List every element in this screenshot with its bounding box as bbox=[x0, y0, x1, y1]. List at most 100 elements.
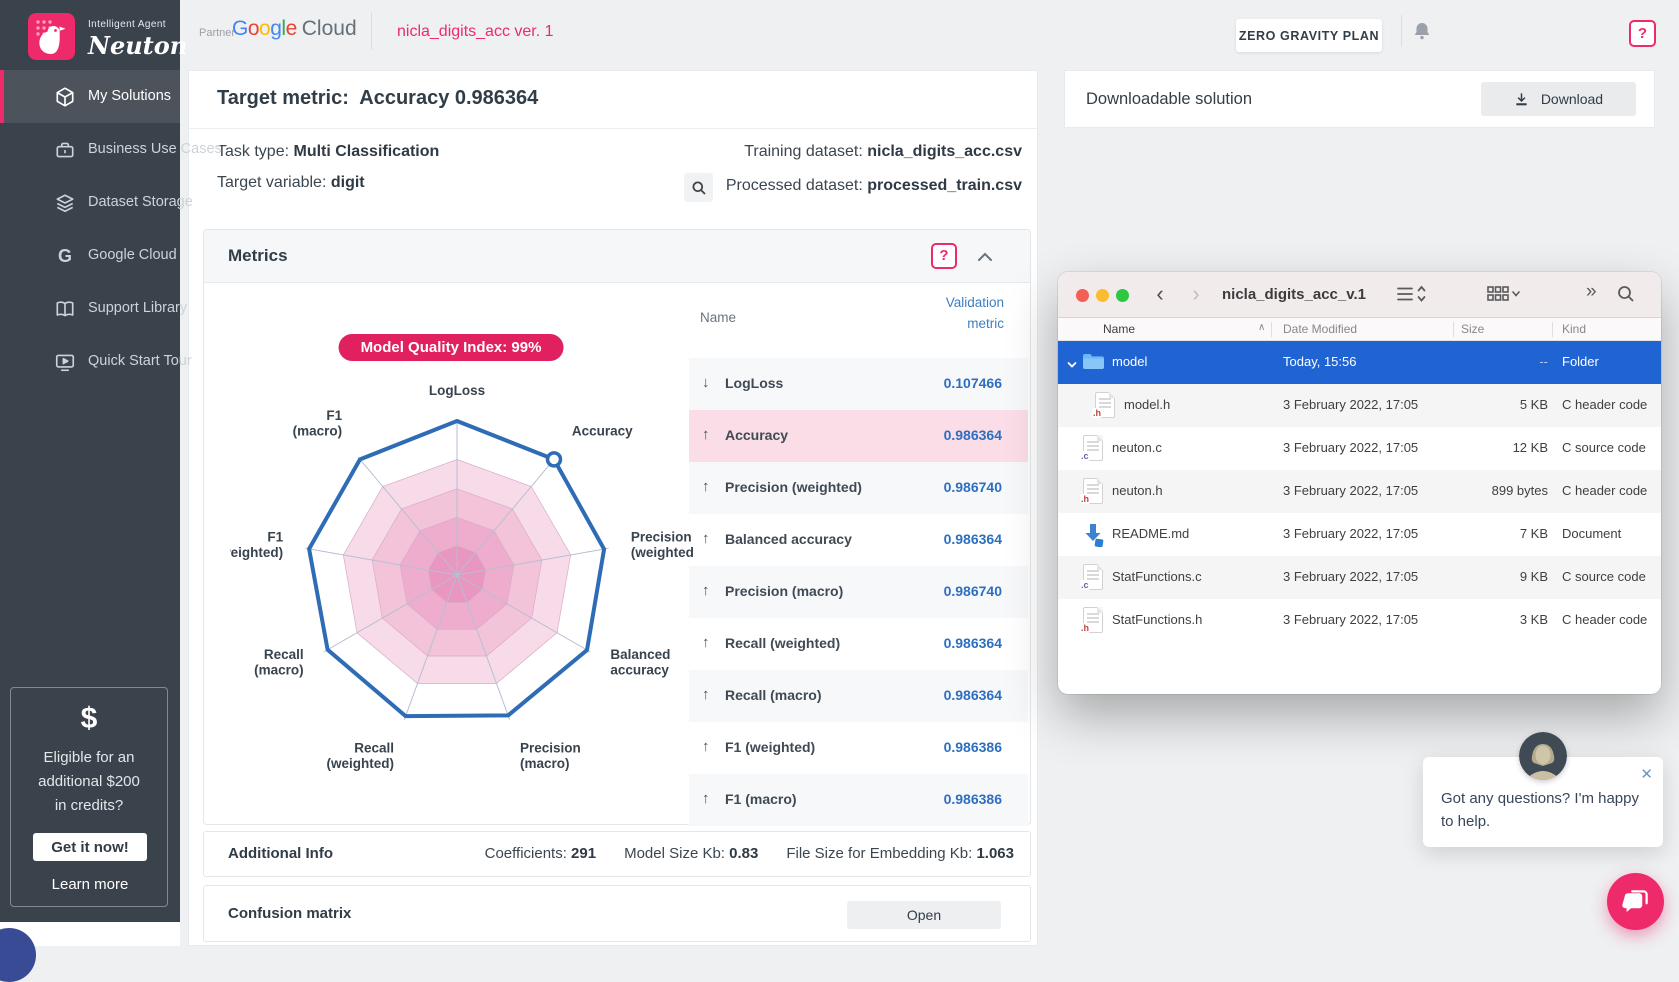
minimize-window-icon[interactable] bbox=[1096, 289, 1109, 302]
arrow-up-icon: ↑ bbox=[702, 686, 710, 703]
dollar-icon: $ bbox=[11, 702, 167, 736]
c-header-file-icon: .h bbox=[1083, 607, 1103, 633]
bell-icon[interactable] bbox=[1410, 19, 1434, 43]
column-header-date[interactable]: Date Modified bbox=[1283, 322, 1357, 336]
finder-titlebar[interactable]: ‹ › nicla_digits_acc_v.1 » bbox=[1058, 272, 1661, 318]
download-button[interactable]: Download bbox=[1481, 82, 1636, 116]
partner-label: Partner bbox=[199, 27, 235, 39]
metrics-panel-header: Metrics ? bbox=[204, 230, 1030, 283]
group-view-icon[interactable] bbox=[1486, 284, 1520, 309]
get-it-now-button[interactable]: Get it now! bbox=[33, 833, 147, 861]
finder-window-title: nicla_digits_acc_v.1 bbox=[1222, 286, 1366, 303]
sidebar-item-dataset-storage[interactable]: Dataset Storage bbox=[0, 176, 180, 229]
folder-icon bbox=[1082, 353, 1105, 371]
sidebar-item-label: Support Library bbox=[88, 282, 187, 335]
finder-row-model-h[interactable]: .h model.h 3 February 2022, 17:05 5 KB C… bbox=[1058, 384, 1661, 427]
task-type: Task type: Multi Classification bbox=[217, 143, 439, 161]
metric-row-f1-weighted[interactable]: ↑F1 (weighted)0.986386 bbox=[689, 722, 1028, 774]
training-dataset: Training dataset: nicla_digits_acc.csv bbox=[744, 143, 1022, 161]
layers-icon bbox=[54, 192, 76, 214]
arrow-up-icon: ↑ bbox=[702, 582, 710, 599]
downloadable-solution-card: Downloadable solution Download bbox=[1064, 70, 1655, 128]
play-screen-icon bbox=[54, 351, 76, 373]
chat-launcher-button[interactable] bbox=[1607, 873, 1664, 930]
metric-row-precision-macro[interactable]: ↑Precision (macro)0.986740 bbox=[689, 566, 1028, 618]
close-icon[interactable]: ✕ bbox=[1640, 767, 1653, 782]
back-icon[interactable]: ‹ bbox=[1148, 281, 1172, 307]
help-button[interactable]: ? bbox=[1629, 20, 1656, 47]
confusion-matrix-panel: Confusion matrix Open bbox=[203, 885, 1031, 942]
additional-info-panel: Additional Info Coefficients: 291 Model … bbox=[203, 831, 1031, 877]
google-cloud-logo: GoogleCloud bbox=[232, 17, 357, 41]
sidebar-item-label: Business Use Cases bbox=[88, 123, 222, 176]
table-header-validation-metric: Validation metric bbox=[912, 292, 1004, 334]
svg-text:LogLoss: LogLoss bbox=[429, 383, 485, 398]
finder-column-headers: Name ∧ Date Modified Size Kind bbox=[1058, 318, 1661, 341]
target-metric-title: Target metric: Accuracy 0.986364 bbox=[217, 87, 538, 110]
google-g-icon: G bbox=[54, 245, 76, 267]
metric-row-recall-weighted[interactable]: ↑Recall (weighted)0.986364 bbox=[689, 618, 1028, 670]
finder-row-statfunctions-c[interactable]: .c StatFunctions.c 3 February 2022, 17:0… bbox=[1058, 556, 1661, 599]
arrow-up-icon: ↑ bbox=[702, 530, 710, 547]
metrics-help-button[interactable]: ? bbox=[931, 243, 957, 269]
finder-row-model-folder[interactable]: model Today, 15:56 -- Folder bbox=[1058, 341, 1661, 384]
promo-text: Eligible for an additional $200 in credi… bbox=[11, 746, 167, 818]
sidebar-item-google-cloud[interactable]: G Google Cloud bbox=[0, 229, 180, 282]
downloadable-solution-title: Downloadable solution bbox=[1086, 90, 1252, 109]
sidebar-item-business-use-cases[interactable]: Business Use Cases bbox=[0, 123, 180, 176]
processed-dataset: Processed dataset: processed_train.csv bbox=[726, 177, 1022, 195]
chevron-up-icon[interactable] bbox=[976, 250, 994, 262]
credits-promo-card: $ Eligible for an additional $200 in cre… bbox=[10, 687, 168, 907]
confusion-matrix-title: Confusion matrix bbox=[228, 905, 351, 922]
project-title: nicla_digits_acc ver. 1 bbox=[397, 23, 554, 41]
metric-row-f1-macro[interactable]: ↑F1 (macro)0.986386 bbox=[689, 774, 1028, 826]
solution-panel: Target metric: Accuracy 0.986364 Task ty… bbox=[188, 70, 1038, 946]
sidebar-item-my-solutions[interactable]: My Solutions bbox=[0, 70, 180, 123]
open-confusion-matrix-button[interactable]: Open bbox=[847, 901, 1001, 929]
arrow-up-icon: ↑ bbox=[702, 634, 710, 651]
arrow-up-icon: ↑ bbox=[702, 738, 710, 755]
briefcase-icon bbox=[54, 139, 76, 161]
more-toolbar-icon[interactable]: » bbox=[1586, 281, 1597, 303]
forward-icon[interactable]: › bbox=[1184, 281, 1208, 307]
close-window-icon[interactable] bbox=[1076, 289, 1089, 302]
column-header-kind[interactable]: Kind bbox=[1562, 322, 1586, 336]
svg-text:Recall(macro): Recall(macro) bbox=[254, 647, 304, 678]
column-divider bbox=[1552, 322, 1553, 337]
table-header-name: Name bbox=[700, 310, 736, 325]
finder-row-neuton-c[interactable]: .c neuton.c 3 February 2022, 17:05 12 KB… bbox=[1058, 427, 1661, 470]
search-icon[interactable] bbox=[1616, 284, 1636, 309]
metric-row-precision-weighted[interactable]: ↑Precision (weighted)0.986740 bbox=[689, 462, 1028, 514]
download-icon bbox=[1514, 91, 1537, 107]
c-source-file-icon: .c bbox=[1083, 564, 1103, 590]
neuton-bird-icon bbox=[28, 13, 75, 60]
arrow-down-icon: ↓ bbox=[702, 374, 710, 391]
svg-text:Balancedaccuracy: Balancedaccuracy bbox=[610, 647, 670, 678]
finder-row-neuton-h[interactable]: .h neuton.h 3 February 2022, 17:05 899 b… bbox=[1058, 470, 1661, 513]
sidebar-item-label: My Solutions bbox=[88, 70, 171, 123]
column-header-name[interactable]: Name bbox=[1103, 322, 1135, 336]
header-divider bbox=[1401, 15, 1402, 47]
disclosure-chevron-icon[interactable] bbox=[1067, 357, 1077, 372]
metric-row-balanced-accuracy[interactable]: ↑Balanced accuracy0.986364 bbox=[689, 514, 1028, 566]
c-header-file-icon: .h bbox=[1083, 478, 1103, 504]
arrow-up-icon: ↑ bbox=[702, 426, 710, 443]
column-header-size[interactable]: Size bbox=[1461, 322, 1484, 336]
finder-row-readme-md[interactable]: README.md 3 February 2022, 17:05 7 KB Do… bbox=[1058, 513, 1661, 556]
plan-button[interactable]: ZERO GRAVITY PLAN bbox=[1236, 19, 1382, 52]
metric-row-recall-macro[interactable]: ↑Recall (macro)0.986364 bbox=[689, 670, 1028, 722]
sort-ascending-icon: ∧ bbox=[1258, 322, 1265, 333]
sidebar-item-support-library[interactable]: Support Library bbox=[0, 282, 180, 335]
sidebar-item-quick-start-tour[interactable]: Quick Start Tour bbox=[0, 335, 180, 388]
list-view-icon[interactable] bbox=[1396, 284, 1426, 309]
model-quality-badge: Model Quality Index: 99% bbox=[339, 334, 564, 361]
zoom-window-icon[interactable] bbox=[1116, 289, 1129, 302]
learn-more-link[interactable]: Learn more bbox=[11, 876, 169, 893]
dataset-search-button[interactable] bbox=[684, 173, 713, 202]
metric-row-logloss[interactable]: ↓LogLoss0.107466 bbox=[689, 358, 1028, 410]
chat-avatar bbox=[1519, 732, 1567, 780]
finder-row-statfunctions-h[interactable]: .h StatFunctions.h 3 February 2022, 17:0… bbox=[1058, 599, 1661, 642]
metric-row-accuracy[interactable]: ↑Accuracy0.986364 bbox=[689, 410, 1028, 462]
svg-text:F1weighted): F1weighted) bbox=[230, 530, 284, 561]
logo-name: Neuton bbox=[88, 31, 187, 60]
